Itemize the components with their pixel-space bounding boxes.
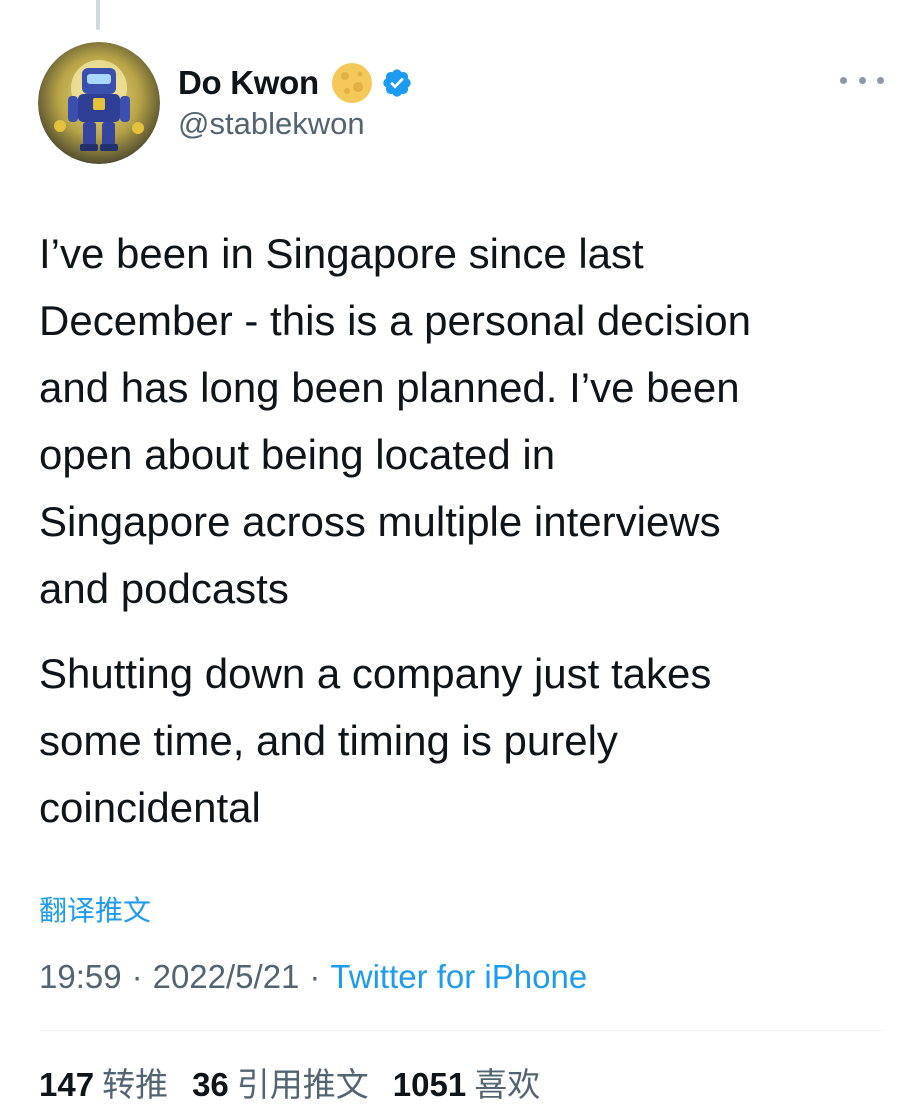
more-options-icon[interactable] <box>840 66 884 94</box>
user-handle[interactable]: @stablekwon <box>178 106 365 142</box>
retweets-stat[interactable]: 147 转推 <box>39 1058 168 1106</box>
verified-badge-icon <box>381 67 413 99</box>
more-dot <box>840 76 847 84</box>
more-dot <box>858 76 866 84</box>
avatar[interactable] <box>38 42 160 164</box>
like-count: 1051 <box>392 1066 467 1103</box>
quote-count: 36 <box>192 1066 229 1103</box>
tweet-time[interactable]: 19:59 <box>39 958 122 996</box>
tweet-source-link[interactable]: Twitter for iPhone <box>330 958 587 996</box>
tweet-metadata: 19:59 · 2022/5/21 · Twitter for iPhone <box>39 958 587 996</box>
retweet-count: 147 <box>39 1066 95 1103</box>
divider <box>39 1030 885 1031</box>
quotes-stat[interactable]: 36 引用推文 <box>192 1058 369 1106</box>
author-name-row: Do Kwon <box>178 60 413 106</box>
tweet-paragraph: I’ve been in Singapore since last Decemb… <box>39 230 751 612</box>
quote-label: 引用推文 <box>236 1066 369 1103</box>
retweet-label: 转推 <box>102 1066 169 1103</box>
tweet-paragraph: Shutting down a company just takes some … <box>39 650 712 831</box>
full-moon-emoji-icon <box>331 62 373 104</box>
more-dot <box>877 76 884 84</box>
separator-dot: · <box>131 958 143 995</box>
tweet-text: I’ve been in Singapore since last Decemb… <box>39 220 889 841</box>
thread-connector-line <box>96 0 100 30</box>
tweet-date[interactable]: 2022/5/21 <box>153 958 300 996</box>
display-name[interactable]: Do Kwon <box>178 64 319 102</box>
translate-tweet-link[interactable]: 翻译推文 <box>39 889 151 929</box>
engagement-stats: 147 转推 36 引用推文 1051 喜欢 <box>39 1058 564 1106</box>
like-label: 喜欢 <box>474 1066 541 1103</box>
robot-avatar-icon <box>38 42 160 164</box>
likes-stat[interactable]: 1051 喜欢 <box>393 1058 540 1106</box>
separator-dot: · <box>309 958 321 995</box>
